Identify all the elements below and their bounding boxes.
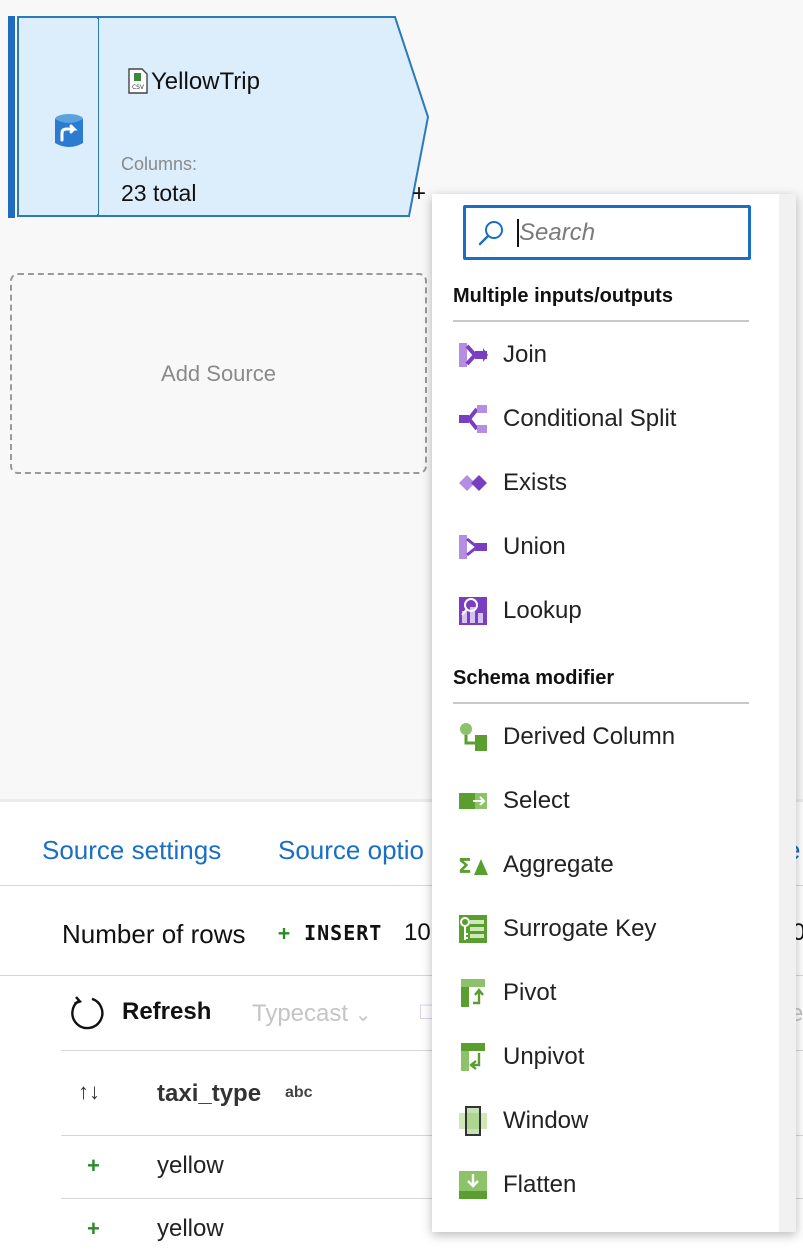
menu-item-lookup[interactable]: Lookup (452, 585, 752, 637)
aggregate-icon: Σ (458, 854, 488, 878)
select-icon (459, 793, 487, 809)
menu-item-label: Aggregate (503, 851, 614, 878)
search-icon (478, 221, 503, 246)
menu-item-conditional-split[interactable]: Conditional Split (452, 393, 752, 445)
menu-item-unpivot[interactable]: Unpivot (452, 1031, 752, 1083)
menu-item-label: Select (503, 787, 570, 814)
csv-file-icon: CSV (128, 68, 148, 94)
node-title: YellowTrip (151, 68, 260, 95)
menu-item-label: Surrogate Key (503, 915, 657, 942)
exists-icon (459, 475, 487, 491)
menu-item-label: Derived Column (503, 723, 676, 750)
add-source-button[interactable]: Add Source (10, 273, 427, 474)
refresh-button[interactable]: Refresh (122, 998, 211, 1026)
union-icon (459, 535, 487, 559)
menu-item-window[interactable]: Window (452, 1095, 752, 1147)
transformation-menu: Multiple inputs/outputs Join Conditional… (432, 194, 796, 1232)
row-insert-icon: + (87, 1216, 100, 1241)
menu-item-pivot[interactable]: Pivot (452, 967, 752, 1019)
svg-text:CSV: CSV (132, 84, 145, 91)
node-columns-value: 23 total (121, 180, 197, 206)
sort-icon[interactable]: ↑↓ (78, 1079, 100, 1105)
menu-scrollbar[interactable] (779, 194, 796, 1232)
insert-plus-icon: + (278, 921, 292, 945)
typecast-dropdown[interactable]: Typecast ⌄ (252, 1000, 371, 1028)
menu-item-exists[interactable]: Exists (452, 457, 752, 509)
node-columns-label: Columns: (121, 154, 198, 174)
menu-item-select[interactable]: Select (452, 775, 752, 827)
table-cell: yellow (157, 1215, 224, 1242)
menu-item-union[interactable]: Union (452, 521, 752, 573)
section-header-schema-modifier: Schema modifier (453, 667, 615, 689)
section-divider (453, 320, 749, 322)
search-field[interactable] (463, 205, 751, 260)
menu-item-derived-column[interactable]: Derived Column (452, 711, 752, 763)
menu-item-label: Lookup (503, 597, 582, 624)
lookup-icon (459, 597, 487, 625)
menu-item-join[interactable]: Join (452, 329, 752, 381)
number-of-rows-label: Number of rows (62, 919, 246, 949)
chevron-down-icon: ⌄ (354, 1004, 372, 1026)
section-divider (453, 702, 749, 704)
typecast-label: Typecast (252, 1000, 349, 1027)
svg-text:Σ: Σ (458, 854, 472, 878)
menu-item-surrogate-key[interactable]: Surrogate Key (452, 903, 752, 955)
table-cell: yellow (157, 1152, 224, 1179)
rows-insert-value: 10 (404, 919, 431, 946)
add-source-label: Add Source (161, 360, 276, 386)
menu-item-label: Pivot (503, 979, 557, 1006)
section-header-multiple-io: Multiple inputs/outputs (453, 285, 673, 307)
column-type-badge: abc (285, 1084, 313, 1101)
pivot-icon (461, 979, 485, 1007)
column-header-taxi-type: taxi_type (157, 1080, 262, 1107)
menu-item-label: Unpivot (503, 1043, 585, 1070)
search-input[interactable] (519, 216, 739, 250)
source-icon (55, 114, 83, 147)
menu-item-label: Join (503, 341, 548, 368)
refresh-icon[interactable] (70, 995, 106, 1031)
menu-item-label: Flatten (503, 1171, 577, 1198)
conditional-split-icon (459, 405, 487, 433)
menu-item-label: Exists (503, 469, 568, 496)
menu-item-label: Conditional Split (503, 405, 677, 432)
menu-item-flatten[interactable]: Flatten (452, 1159, 752, 1211)
tab-source-settings[interactable]: Source settings (42, 835, 221, 866)
derived-column-icon (460, 723, 487, 751)
surrogate-key-icon (459, 915, 487, 943)
insert-badge: + INSERT (278, 921, 382, 945)
join-icon (459, 343, 488, 367)
unpivot-icon (461, 1043, 485, 1071)
menu-item-label: Window (503, 1107, 589, 1134)
menu-item-aggregate[interactable]: Σ Aggregate (452, 839, 752, 891)
add-transformation-button[interactable]: + (412, 182, 426, 206)
window-icon (459, 1106, 487, 1136)
tab-source-options[interactable]: Source optio (278, 835, 424, 866)
menu-item-label: Union (503, 533, 566, 560)
row-insert-icon: + (87, 1153, 100, 1178)
flatten-icon (459, 1171, 487, 1199)
insert-label: INSERT (304, 921, 383, 945)
source-node-yellowtrip[interactable]: CSV YellowTrip Columns: 23 total (8, 16, 430, 218)
